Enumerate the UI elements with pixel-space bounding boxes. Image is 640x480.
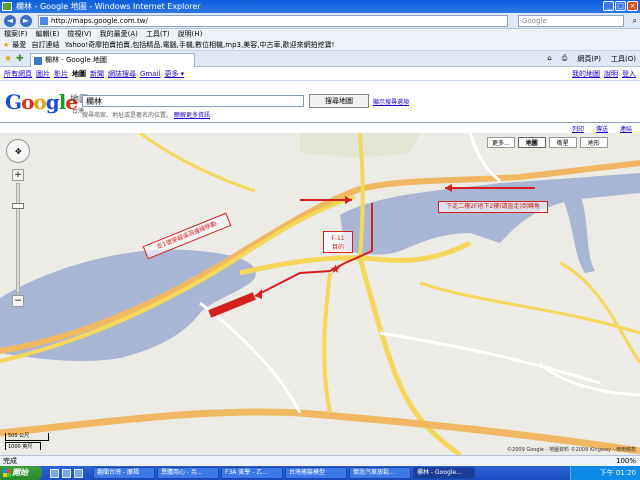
- menu-view[interactable]: 檢視(V): [67, 30, 91, 38]
- taskbar: 開始 趣聞台灣 - 摩羯 異體用心 - 另... F3A 美學 - 乙... 台…: [0, 466, 640, 480]
- quicklaunch-ie-icon[interactable]: [50, 468, 59, 478]
- address-bar: ◄ ► http://maps.google.com.tw/ Google ⌕: [0, 13, 640, 29]
- system-tray: 下午 01:20: [570, 466, 640, 480]
- favorites-star-icon[interactable]: ★: [3, 41, 9, 49]
- browser-search-input[interactable]: Google: [518, 15, 624, 27]
- close-button[interactable]: ×: [627, 1, 638, 11]
- scale-metric: 500 公尺: [5, 433, 49, 441]
- map-type-terrain[interactable]: 地形: [579, 137, 608, 148]
- map-svg: ★: [0, 133, 640, 455]
- zoom-slider[interactable]: [16, 183, 20, 293]
- help-link[interactable]: 說明: [604, 70, 618, 78]
- learn-more-link[interactable]: 瞭解更多資訊: [174, 112, 210, 119]
- my-maps-link[interactable]: 我的地圖: [572, 70, 600, 78]
- add-favorite-icon[interactable]: ✚: [16, 54, 24, 64]
- svc-news[interactable]: 新聞: [90, 70, 104, 78]
- favorites-item-yahoo[interactable]: Yahoo!奇摩拍賣拍賣,包括精品,電腦,手機,數位相機,mp3,美容,中古車,…: [65, 41, 335, 49]
- google-favicon-icon: [40, 17, 48, 25]
- google-logo[interactable]: Google: [5, 90, 78, 114]
- annotation-marker-box: F-11 目的: [323, 231, 353, 253]
- marker-code: F-11: [331, 235, 345, 242]
- favorites-bar: ★ 最愛 自訂連結 Yahoo!奇摩拍賣拍賣,包括精品,電腦,手機,數位相機,mp…: [0, 40, 640, 51]
- search-map-button[interactable]: 搜尋地圖: [309, 94, 369, 108]
- map-toolbar: 列印 傳送 連結: [0, 122, 640, 133]
- menu-tools[interactable]: 工具(T): [146, 30, 170, 38]
- back-icon[interactable]: ◄: [4, 15, 16, 27]
- favorites-label[interactable]: 最愛: [12, 41, 26, 49]
- status-bar: 完成 100%: [0, 455, 640, 466]
- forward-icon[interactable]: ►: [20, 15, 32, 27]
- svc-video[interactable]: 影片: [54, 70, 68, 78]
- svc-more[interactable]: 更多 ▾: [164, 70, 184, 78]
- pan-control[interactable]: ✥: [6, 139, 30, 163]
- taskbar-item-3[interactable]: F3A 美學 - 乙...: [221, 467, 283, 479]
- home-icon[interactable]: ⌂: [547, 54, 551, 64]
- map-type-satellite[interactable]: 衛星: [548, 137, 577, 148]
- map-type-group: 更多... 地圖 衛星 地形: [487, 137, 608, 148]
- clock: 下午 01:20: [599, 469, 636, 477]
- menu-edit[interactable]: 編輯(E): [36, 30, 60, 38]
- map-canvas[interactable]: ★ ✥ + − 更多... 地圖 衛星 地形 走1號穿越溪洞邊緣移動 下走二樓2…: [0, 133, 640, 455]
- quicklaunch-desktop-icon[interactable]: [62, 468, 71, 478]
- taskbar-item-2[interactable]: 異體用心 - 另...: [157, 467, 219, 479]
- menu-help[interactable]: 說明(H): [178, 30, 203, 38]
- svc-web[interactable]: 所有網頁: [4, 70, 32, 78]
- google-maps-favicon-icon: [34, 57, 42, 65]
- zoom-in-button[interactable]: +: [12, 169, 24, 181]
- svc-gmail[interactable]: Gmail: [140, 70, 160, 78]
- browser-search-placeholder: Google: [522, 17, 547, 25]
- window-titlebar: 欄林 - Google 地圖 - Windows Internet Explor…: [0, 0, 640, 13]
- search-hint-text: 搜尋商家、地址或是著名的位置。: [82, 112, 173, 119]
- google-services-bar: 所有網頁 圖片 影片 地圖 新聞 網誌搜尋 Gmail 更多 ▾ 我的地圖 說明 登入: [0, 68, 640, 81]
- search-icon[interactable]: ⌕: [633, 16, 637, 26]
- svc-blogsearch[interactable]: 網誌搜尋: [108, 70, 136, 78]
- map-search-value: 欄林: [86, 97, 102, 106]
- taskbar-item-6[interactable]: 欄林 - Google...: [413, 467, 475, 479]
- signin-link[interactable]: 登入: [622, 70, 636, 78]
- ie-icon: [2, 2, 12, 11]
- zoom-slider-handle[interactable]: [12, 203, 24, 209]
- favorites-item-custom[interactable]: 自訂連結: [32, 41, 60, 49]
- zoom-out-button[interactable]: −: [12, 295, 24, 307]
- map-search-input[interactable]: 欄林: [82, 95, 304, 107]
- map-type-map[interactable]: 地圖: [517, 137, 546, 148]
- svc-images[interactable]: 圖片: [36, 70, 50, 78]
- start-button[interactable]: 開始: [0, 466, 42, 480]
- marker-label: 目的: [331, 244, 344, 251]
- link-link[interactable]: 連結: [620, 124, 632, 133]
- destination-star-icon[interactable]: ★: [330, 262, 341, 276]
- tools-menu[interactable]: 工具(O): [611, 54, 636, 64]
- maximize-button[interactable]: □: [615, 1, 626, 11]
- taskbar-item-4[interactable]: 台灣搖裝模型: [285, 467, 347, 479]
- window-title: 欄林 - Google 地圖 - Windows Internet Explor…: [16, 2, 201, 11]
- map-type-more[interactable]: 更多...: [487, 137, 515, 148]
- search-options-link[interactable]: 顯示搜尋選項: [373, 97, 409, 106]
- page-menu[interactable]: 網頁(P): [577, 54, 601, 64]
- annotation-right-note: 下走二樓2F地下2樓(請直走)到轉角: [438, 201, 548, 213]
- status-text: 完成: [3, 457, 17, 465]
- print-icon[interactable]: ⎙: [562, 54, 568, 64]
- tab-current[interactable]: 欄林 - Google 地圖: [30, 53, 195, 67]
- url-input[interactable]: http://maps.google.com.tw/: [38, 15, 508, 27]
- scale-imperial: 1000 英尺: [5, 442, 41, 450]
- minimize-button[interactable]: _: [603, 1, 614, 11]
- url-text: http://maps.google.com.tw/: [51, 17, 148, 25]
- taskbar-item-1[interactable]: 趣聞台灣 - 摩羯: [93, 467, 155, 479]
- tab-bar: ★ ✚ 欄林 - Google 地圖 ⌂ ⎙ 網頁(P) 工具(O): [0, 51, 640, 67]
- svc-maps[interactable]: 地圖: [72, 70, 86, 78]
- search-hint: 搜尋商家、地址或是著名的位置。 瞭解更多資訊: [82, 110, 210, 119]
- tab-label: 欄林 - Google 地圖: [45, 56, 107, 64]
- menu-favorites[interactable]: 我的最愛(A): [100, 30, 138, 38]
- map-copyright: ©2009 Google - 地圖資料 ©2009 Kingway - 使用條款: [507, 447, 636, 453]
- favorites-center-icon[interactable]: ★: [4, 54, 12, 64]
- print-link[interactable]: 列印: [572, 124, 584, 133]
- menu-file[interactable]: 檔案(F): [4, 30, 28, 38]
- pan-arrows-icon: ✥: [15, 147, 22, 156]
- send-link[interactable]: 傳送: [596, 124, 608, 133]
- search-header: Google 地圖 台灣 欄林 搜尋地圖 顯示搜尋選項 搜尋商家、地址或是著名的…: [0, 82, 640, 122]
- menu-bar: 檔案(F) 編輯(E) 檢視(V) 我的最愛(A) 工具(T) 說明(H): [0, 29, 640, 40]
- quicklaunch-media-icon[interactable]: [74, 468, 83, 478]
- taskbar-item-5[interactable]: 懷念汽車放鬆...: [349, 467, 411, 479]
